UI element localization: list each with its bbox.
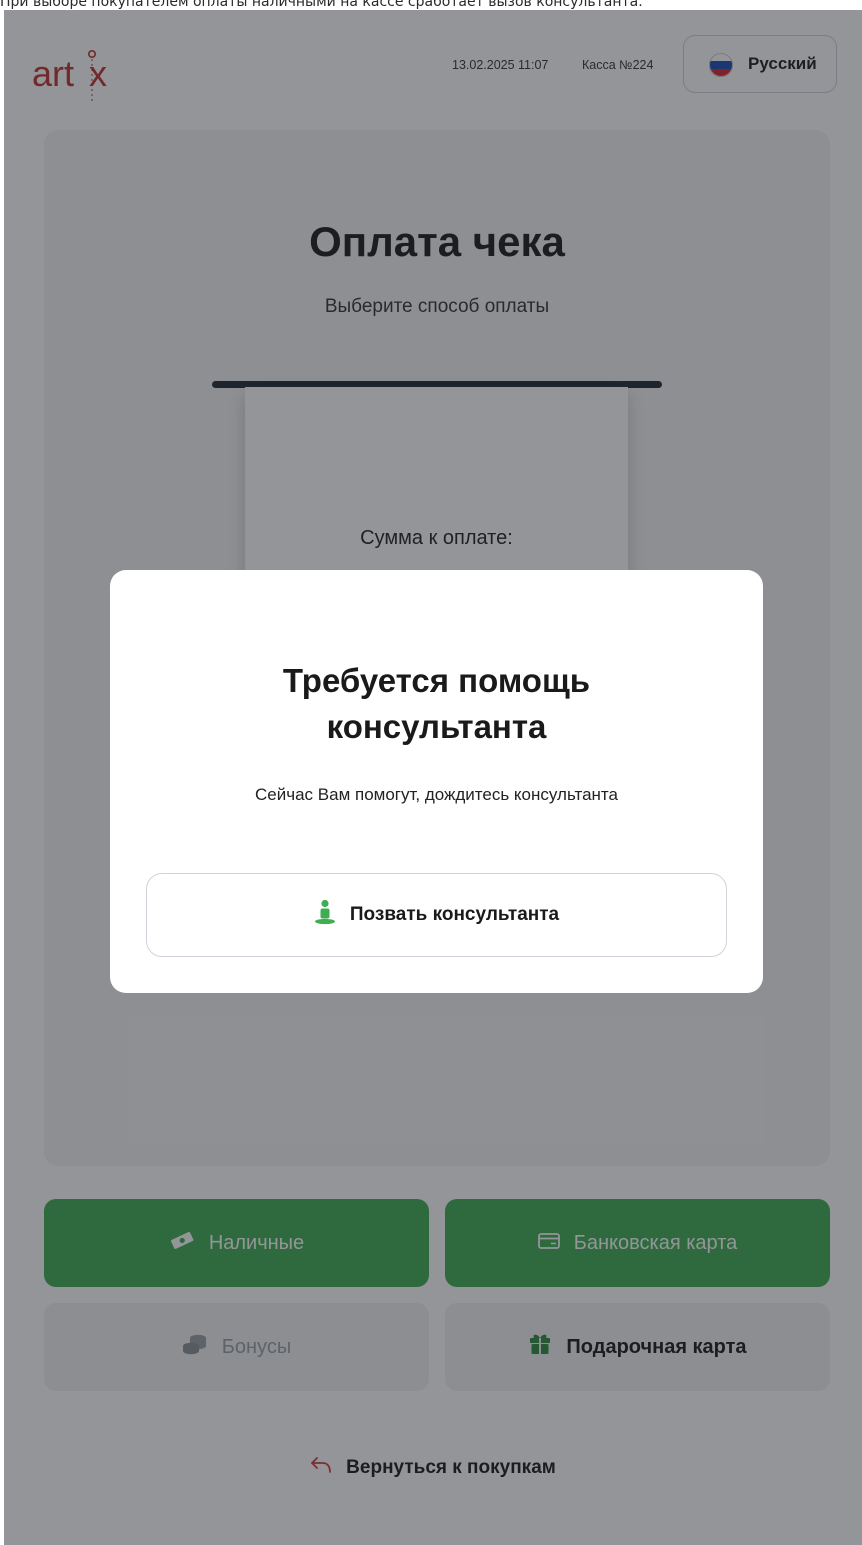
modal-title: Требуется помощь консультанта	[110, 658, 763, 750]
caption-text: При выборе покупателем оплаты наличными …	[0, 0, 643, 10]
kiosk-screen: art x 13.02.2025 11:07 Касса №224 Русски…	[4, 10, 862, 1545]
consultant-modal: Требуется помощь консультанта Сейчас Вам…	[110, 570, 763, 993]
modal-title-line-1: Требуется помощь	[282, 662, 591, 699]
call-consultant-button[interactable]: Позвать консультанта	[146, 873, 727, 957]
modal-title-line-2: консультанта	[326, 708, 547, 745]
consultant-person-icon	[314, 899, 336, 931]
call-consultant-label: Позвать консультанта	[349, 904, 560, 925]
modal-text: Сейчас Вам помогут, дождитесь консультан…	[255, 785, 618, 804]
